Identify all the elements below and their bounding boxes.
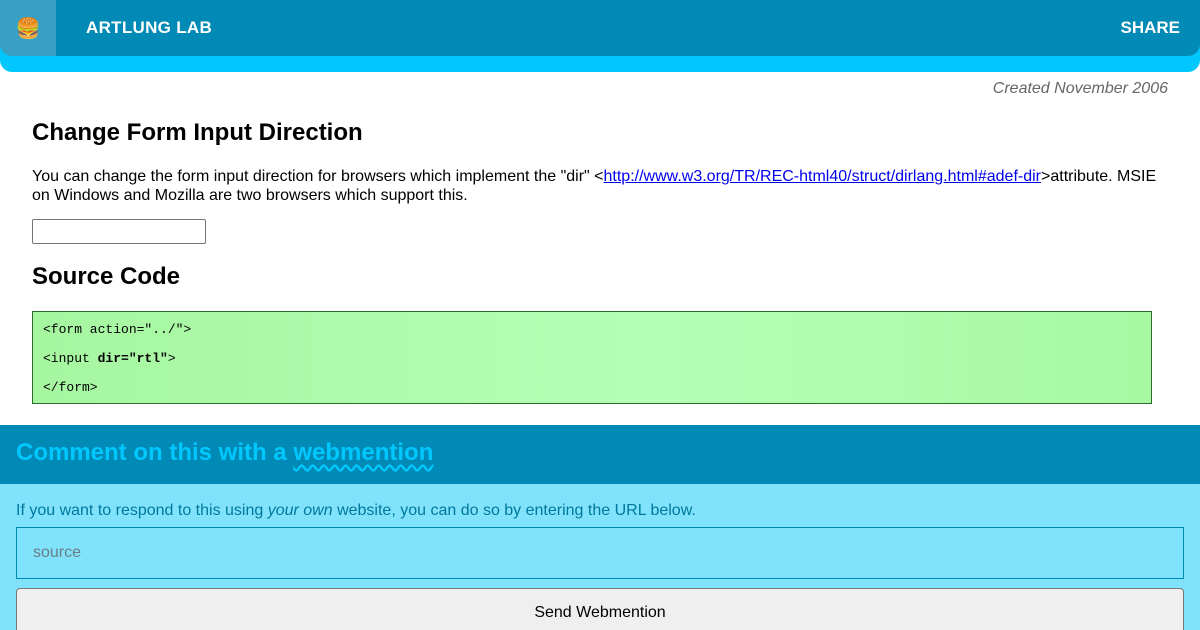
webmention-link[interactable]: webmention (293, 439, 433, 466)
rtl-demo-input[interactable] (32, 219, 206, 244)
code-line: <form action="../"> (43, 322, 192, 337)
code-token: <input (43, 351, 98, 366)
site-title-link[interactable]: ARTLUNG LAB (86, 18, 212, 38)
webmention-title: Comment on this with a webmention (16, 439, 433, 467)
webmention-header: Comment on this with a webmention (0, 425, 1200, 484)
webmention-instructions: If you want to respond to this using you… (16, 502, 696, 520)
burger-logo-icon[interactable]: 🍔 (0, 0, 56, 56)
source-code-heading: Source Code (32, 263, 181, 290)
webmention-source-input[interactable] (16, 527, 1184, 579)
share-button[interactable]: SHARE (1120, 0, 1180, 56)
page-title: Change Form Input Direction (32, 119, 363, 146)
code-dir-attribute: dir="rtl" (97, 351, 168, 366)
webmention-text-after: website, you can do so by entering the U… (332, 502, 696, 519)
webmention-title-prefix: Comment on this with a (16, 439, 294, 466)
code-token: > (167, 351, 176, 366)
intro-text-before: You can change the form input direction … (32, 168, 604, 185)
header-bar: 🍔 ARTLUNG LAB SHARE (0, 0, 1200, 56)
burger-icon: 🍔 (15, 17, 41, 40)
source-code-block: <form action="../"> <input dir="rtl"> </… (32, 311, 1152, 404)
w3c-dir-spec-link[interactable]: http://www.w3.org/TR/REC-html40/struct/d… (604, 168, 1041, 185)
code-line: <input dir="rtl"> (43, 351, 1141, 380)
code-line: </form> (43, 380, 98, 395)
webmention-text-before: If you want to respond to this using (16, 502, 268, 519)
intro-paragraph: You can change the form input direction … (32, 167, 1168, 205)
site-header: 🍔 ARTLUNG LAB SHARE (0, 0, 1200, 72)
created-date: Created November 2006 (992, 80, 1168, 97)
webmention-form: If you want to respond to this using you… (0, 484, 1200, 630)
send-webmention-button[interactable]: Send Webmention (16, 588, 1184, 630)
webmention-text-emphasis: your own (267, 502, 333, 519)
